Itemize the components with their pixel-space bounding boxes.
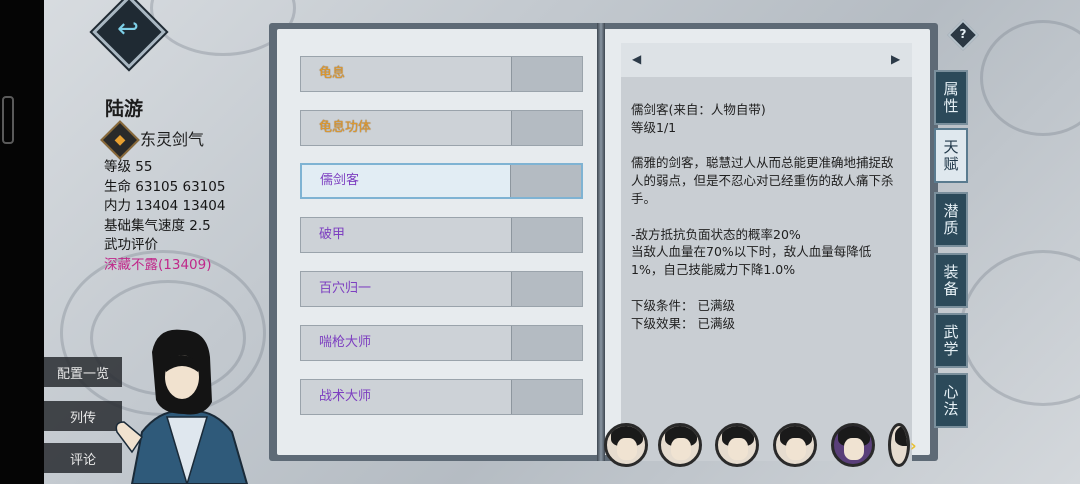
stat-rating-value: 深藏不露(13409)	[104, 256, 212, 273]
help-icon[interactable]: ?	[952, 23, 974, 45]
tab-talent[interactable]: 天赋	[934, 128, 968, 183]
stat-rating-label: 武功评价	[104, 237, 158, 253]
skill-label: 破甲	[319, 227, 346, 242]
team-portrait[interactable]	[715, 423, 759, 467]
tab-potential[interactable]: 潜质	[934, 192, 968, 247]
skill-label: 龟息功体	[319, 120, 372, 135]
tab-mind-method[interactable]: 心法	[934, 373, 968, 428]
character-name: 陆游	[105, 98, 144, 120]
skill-label: 龟息	[319, 66, 346, 81]
prev-arrow-icon[interactable]: ◀	[632, 52, 641, 66]
tab-equipment[interactable]: 装备	[934, 253, 968, 308]
stats-panel: 等级 55 生命 63105 63105 内力 13404 13404 基础集气…	[104, 158, 225, 275]
skill-label: 战术大师	[319, 389, 372, 404]
detail-level: 等级1/1	[631, 119, 677, 135]
wave-decoration	[960, 250, 1080, 406]
team-portrait[interactable]	[888, 423, 910, 467]
detail-next-condition: 下级条件： 已满级	[631, 297, 735, 313]
team-portrait[interactable]	[773, 423, 817, 467]
skill-slot	[511, 111, 582, 145]
tab-attributes[interactable]: 属性	[934, 70, 968, 125]
detail-next-effect: 下级效果： 已满级	[631, 315, 735, 331]
team-portrait[interactable]	[658, 423, 702, 467]
skill-slot	[511, 57, 582, 91]
skill-detail-text: 儒剑客(来自：人物自带) 等级1/1 儒雅的剑客，聪慧过人从而总能更准确地捕捉敌…	[631, 101, 903, 332]
device-edge	[0, 0, 44, 484]
skill-item[interactable]: 喘枪大师	[300, 325, 583, 361]
skill-slot	[511, 272, 582, 306]
skill-label: 喘枪大师	[319, 335, 372, 350]
skill-label: 儒剑客	[320, 173, 360, 188]
tab-martial-arts[interactable]: 武学	[934, 313, 968, 368]
skill-slot	[511, 380, 582, 414]
book-spine	[597, 23, 605, 461]
skill-slot	[511, 218, 582, 252]
return-arrow-icon[interactable]: ↩	[113, 14, 143, 44]
detail-desc: 儒雅的剑客，聪慧过人从而总能更准确地捕捉敌人的弱点，但是不忍心对已经重伤的敌人痛…	[631, 155, 894, 206]
skill-item[interactable]: 龟息功体	[300, 110, 583, 146]
team-portrait[interactable]	[604, 423, 648, 467]
skill-label: 百穴归一	[319, 281, 372, 296]
character-portrait	[115, 329, 249, 484]
stat-qi-speed: 基础集气速度 2.5	[104, 217, 211, 234]
stat-hp: 生命 63105 63105	[104, 178, 226, 195]
comments-button[interactable]: 评论	[44, 443, 122, 473]
wave-decoration	[980, 20, 1080, 136]
next-arrow-icon[interactable]: ▶	[891, 52, 900, 66]
team-portrait[interactable]	[831, 423, 875, 467]
skill-slot	[510, 165, 581, 197]
detail-header	[621, 43, 912, 77]
skill-slot	[511, 326, 582, 360]
skill-item-selected[interactable]: 儒剑客	[300, 163, 583, 199]
school-name: 东灵剑气	[140, 130, 205, 149]
skill-item[interactable]: 百穴归一	[300, 271, 583, 307]
config-overview-button[interactable]: 配置一览	[44, 357, 122, 387]
detail-effect-2: 当敌人血量在70%以下时，敌人血量每降低1%，自己技能威力下降1.0%	[631, 244, 872, 278]
portrait-next-icon[interactable]: ›	[910, 436, 917, 455]
detail-title: 儒剑客(来自：人物自带)	[631, 102, 766, 117]
skill-item[interactable]: 战术大师	[300, 379, 583, 415]
skill-item[interactable]: 龟息	[300, 56, 583, 92]
biography-button[interactable]: 列传	[44, 401, 122, 431]
detail-effect-1: -敌方抵抗负面状态的概率20%	[631, 226, 801, 242]
device-button	[2, 96, 14, 144]
stat-level: 等级 55	[104, 159, 153, 175]
skill-item[interactable]: 破甲	[300, 217, 583, 253]
sword-qi-icon: ◆	[114, 132, 126, 148]
stat-mp: 内力 13404 13404	[104, 198, 226, 214]
